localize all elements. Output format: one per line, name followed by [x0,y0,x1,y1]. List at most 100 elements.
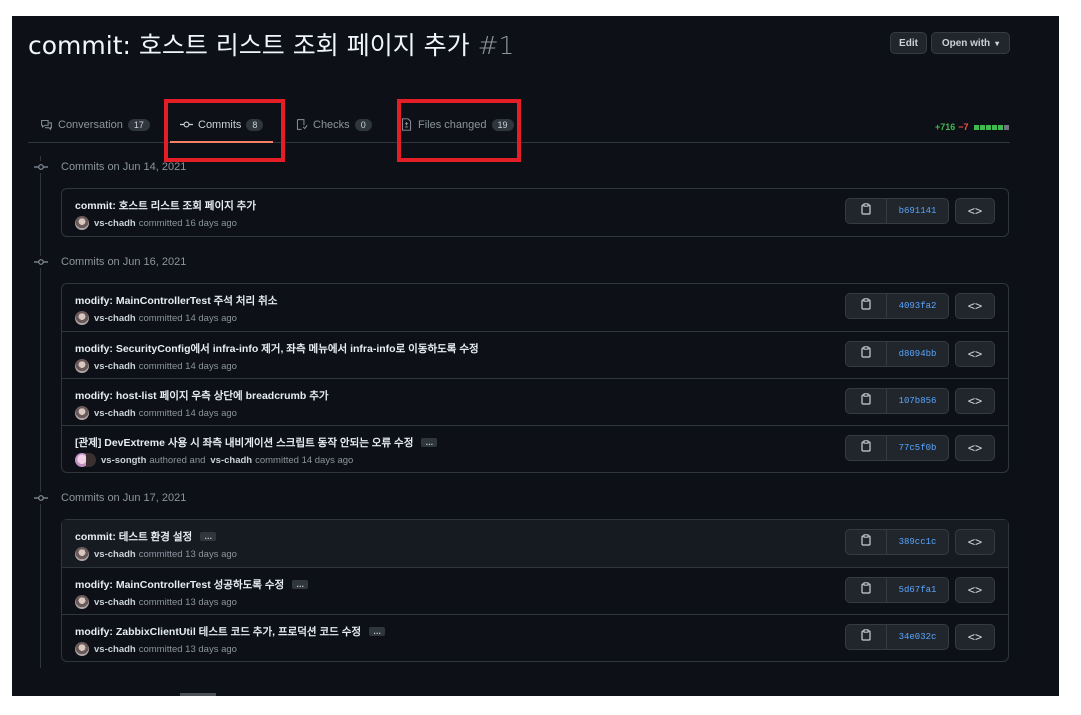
commit-sha-link[interactable]: 4093fa2 [887,294,948,318]
commit-list: modify: MainControllerTest 주석 처리 취소 vs-ch… [61,283,1009,473]
commit-message[interactable]: commit: 호스트 리스트 조회 페이지 추가 [75,198,256,213]
commit-message[interactable]: commit: 테스트 환경 설정 … [75,529,217,544]
pr-number: #1 [477,31,515,60]
commit-author[interactable]: vs-chadh [94,549,136,560]
commit-meta: vs-chadh committed 14 days ago [75,359,237,373]
commit-message[interactable]: [관제] DevExtreme 사용 시 좌측 내비게이션 스크립트 동작 안되… [75,435,438,450]
commit-message[interactable]: modify: host-list 페이지 우측 상단에 breadcrumb … [75,388,329,403]
commit-list: commit: 호스트 리스트 조회 페이지 추가 vs-chadh committ… [61,188,1009,237]
commit-message-text[interactable]: modify: host-list 페이지 우측 상단에 breadcrumb … [75,388,329,403]
avatar[interactable] [75,547,89,561]
edit-button[interactable]: Edit [890,32,927,54]
commit-sha-link[interactable]: 77c5f0b [887,436,948,460]
avatar[interactable] [75,595,89,609]
commit-committer[interactable]: vs-chadh [210,455,252,466]
browse-repo-button[interactable]: <> [955,577,995,603]
copy-sha-button[interactable] [846,436,887,460]
commit-row: modify: SecurityConfig에서 infra-info 제거, … [62,331,1008,378]
tab-conversation[interactable]: Conversation 17 [40,118,150,131]
highlight-commits-tab [164,99,285,162]
commit-list: commit: 테스트 환경 설정… vs-chadh committed 13 d… [61,519,1009,662]
avatar[interactable] [75,406,89,420]
avatar[interactable] [75,359,89,373]
pr-title: commit: 호스트 리스트 조회 페이지 추가 [28,31,470,60]
commit-message[interactable]: modify: MainControllerTest 주석 처리 취소 [75,293,277,308]
commit-message-text[interactable]: [관제] DevExtreme 사용 시 좌측 내비게이션 스크립트 동작 안되… [75,435,413,450]
commit-author[interactable]: vs-songth [101,455,146,466]
sha-button-group: d8094bb [845,341,949,367]
browse-repo-button[interactable]: <> [955,624,995,650]
copy-sha-button[interactable] [846,342,887,366]
browse-repo-button[interactable]: <> [955,293,995,319]
avatar[interactable] [75,311,89,325]
commit-author[interactable]: vs-chadh [94,408,136,419]
clipboard-icon [861,392,871,410]
commit-message-text[interactable]: modify: SecurityConfig에서 infra-info 제거, … [75,341,479,356]
commit-action: committed 14 days ago [138,360,237,372]
commit-author[interactable]: vs-chadh [94,644,136,655]
commit-message-text[interactable]: modify: MainControllerTest 주석 처리 취소 [75,293,277,308]
comment-icon [41,119,52,131]
commit-author[interactable]: vs-chadh [94,313,136,324]
commit-message[interactable]: modify: SecurityConfig에서 infra-info 제거, … [75,341,479,356]
commit-message-text[interactable]: commit: 호스트 리스트 조회 페이지 추가 [75,198,256,213]
clipboard-icon [861,345,871,363]
browse-repo-button[interactable]: <> [955,529,995,555]
avatar[interactable] [86,453,96,467]
commit-action: committed 13 days ago [138,596,237,608]
commit-row: modify: MainControllerTest 성공하도록 수정 … vs-c… [62,567,1008,614]
expand-message-button[interactable]: … [369,627,386,636]
copy-sha-button[interactable] [846,530,887,554]
copy-sha-button[interactable] [846,578,887,602]
copy-sha-button[interactable] [846,199,887,223]
clipboard-icon [861,297,871,315]
git-commit-icon [32,492,50,504]
commit-message-text[interactable]: commit: 테스트 환경 설정 [75,529,192,544]
tab-checks-label: Checks [313,118,350,131]
commit-row: commit: 테스트 환경 설정 … vs-chadh committed 13 d… [62,520,1008,567]
commit-sha-link[interactable]: d8094bb [887,342,948,366]
avatar[interactable] [75,216,89,230]
commit-action: committed 14 days ago [255,454,354,466]
browse-repo-button[interactable]: <> [955,388,995,414]
expand-message-button[interactable]: … [200,532,217,541]
commit-sha-link[interactable]: 389cc1c [887,530,948,554]
expand-message-button[interactable]: … [421,438,438,447]
highlight-files-changed-tab [397,99,521,162]
commit-sha-link[interactable]: b691141 [887,199,948,223]
commit-author[interactable]: vs-chadh [94,597,136,608]
edit-button-label: Edit [899,37,918,49]
sha-button-group: 107b856 [845,388,949,414]
tab-checks[interactable]: Checks 0 [295,118,372,131]
commit-author[interactable]: vs-chadh [94,361,136,372]
commit-message[interactable]: modify: MainControllerTest 성공하도록 수정 … [75,577,309,592]
browse-repo-button[interactable]: <> [955,435,995,461]
checklist-icon [296,119,308,130]
git-commit-icon [32,256,50,268]
commit-message-text[interactable]: modify: ZabbixClientUtil 테스트 코드 추가, 프로덕션… [75,624,361,639]
commit-sha-link[interactable]: 34e032c [887,625,948,649]
commit-sha-link[interactable]: 107b856 [887,389,948,413]
commit-message[interactable]: modify: ZabbixClientUtil 테스트 코드 추가, 프로덕션… [75,624,386,639]
open-with-label: Open with [941,37,991,49]
browse-repo-button[interactable]: <> [955,198,995,224]
commit-sha-link[interactable]: 5d67fa1 [887,578,948,602]
open-with-button[interactable]: Open with ▾ [931,32,1010,54]
tab-conversation-label: Conversation [58,118,123,131]
commit-action: committed 14 days ago [138,407,237,419]
copy-sha-button[interactable] [846,294,887,318]
horizontal-scrollbar[interactable] [180,693,216,696]
caret-down-icon: ▾ [995,38,1000,48]
commit-message-text[interactable]: modify: MainControllerTest 성공하도록 수정 [75,577,284,592]
browse-repo-button[interactable]: <> [955,341,995,367]
copy-sha-button[interactable] [846,625,887,649]
timeline-line [40,156,41,668]
commit-action: committed 13 days ago [138,548,237,560]
commit-action: authored and [149,454,206,466]
expand-message-button[interactable]: … [292,580,309,589]
git-commit-icon [32,161,50,173]
copy-sha-button[interactable] [846,389,887,413]
avatar[interactable] [75,642,89,656]
commit-row: modify: ZabbixClientUtil 테스트 코드 추가, 프로덕션… [62,614,1008,661]
commit-author[interactable]: vs-chadh [94,218,136,229]
